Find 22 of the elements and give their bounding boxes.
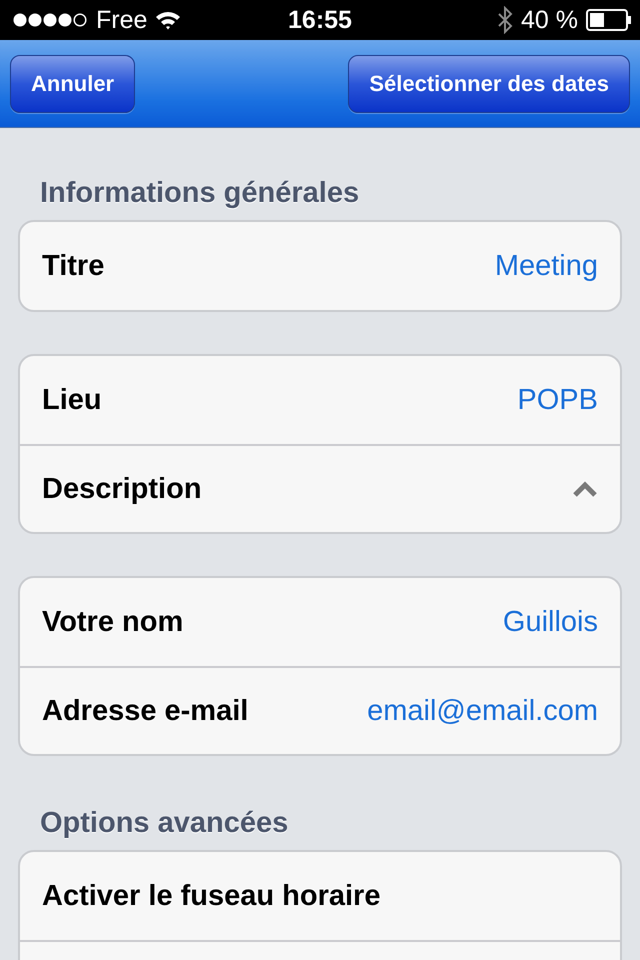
cancel-button[interactable]: Annuler: [10, 54, 136, 112]
row-label: Description: [42, 472, 202, 506]
carrier-name: Free: [96, 6, 148, 34]
battery-icon: [586, 9, 632, 31]
row-label: Titre: [42, 250, 104, 282]
row-label: Adresse e-mail: [42, 694, 248, 728]
row-label: Votre nom: [42, 606, 184, 638]
row-value[interactable]: Guillois: [502, 606, 598, 638]
battery-percentage: 40 %: [521, 6, 578, 34]
section-header: Options avancées: [39, 806, 290, 841]
bluetooth-icon: [497, 6, 514, 34]
select-dates-button[interactable]: Sélectionner des dates: [348, 54, 630, 112]
section-header: Informations générales: [39, 176, 360, 211]
chevron-up-icon[interactable]: [572, 480, 598, 498]
row-value[interactable]: Meeting: [494, 250, 598, 282]
clock-time: 16:55: [288, 6, 352, 34]
wifi-icon: [155, 10, 182, 30]
signal-icon: [12, 12, 88, 28]
row-label: Activer le fuseau horaire: [42, 880, 380, 912]
row-label: Lieu: [42, 384, 102, 416]
row-value[interactable]: email@email.com: [367, 694, 598, 728]
row-value[interactable]: POPB: [517, 384, 598, 416]
